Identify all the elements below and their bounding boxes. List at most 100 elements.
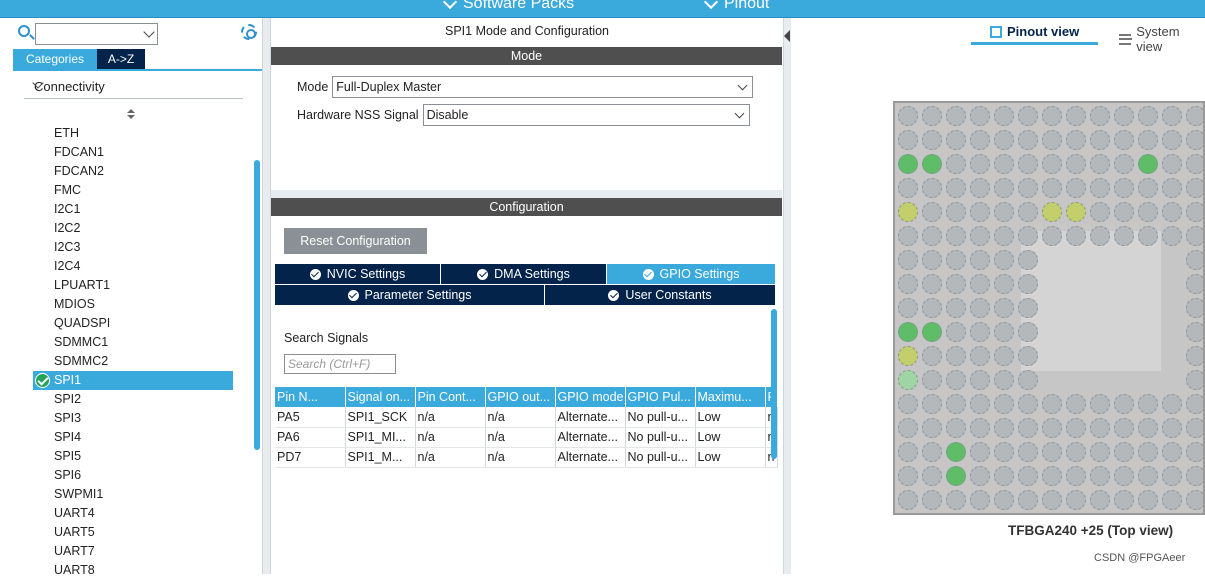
chip-pin[interactable] [994, 370, 1014, 390]
chip-pin[interactable] [970, 154, 990, 174]
chip-pin[interactable] [1042, 490, 1062, 510]
chip-pin[interactable] [1066, 202, 1086, 222]
chip-pin[interactable] [1138, 418, 1158, 438]
chip-pin[interactable] [1066, 130, 1086, 150]
peripheral-item[interactable]: SDMMC2 [33, 352, 233, 371]
left-splitter[interactable] [263, 18, 271, 574]
search-input[interactable] [35, 23, 158, 45]
peripheral-item[interactable]: SDMMC1 [33, 333, 233, 352]
chip-pin[interactable] [970, 106, 990, 126]
chip-pin[interactable] [898, 394, 918, 414]
software-packs-menu[interactable]: Software Packs [442, 0, 574, 13]
chip-pin[interactable] [898, 226, 918, 246]
pinout-view-tab[interactable]: Pinout view [990, 24, 1079, 39]
collapse-left-icon[interactable] [784, 30, 790, 42]
peripheral-item[interactable]: FDCAN2 [33, 162, 233, 181]
chip-pin[interactable] [946, 490, 966, 510]
peripheral-item[interactable]: SPI6 [33, 466, 233, 485]
chip-pin[interactable] [1114, 442, 1134, 462]
peripheral-item[interactable]: UART5 [33, 523, 233, 542]
chip-pin[interactable] [1138, 130, 1158, 150]
chip-pin[interactable] [1162, 490, 1182, 510]
chip-pin[interactable] [1090, 466, 1110, 486]
chip-pin[interactable] [1018, 226, 1038, 246]
chip-pin[interactable] [1114, 154, 1134, 174]
chip-pin[interactable] [922, 130, 942, 150]
chip-pin[interactable] [1186, 370, 1203, 390]
chip-pin[interactable] [1090, 178, 1110, 198]
chip-pin[interactable] [970, 442, 990, 462]
chip-pin[interactable] [922, 298, 942, 318]
chip-pin[interactable] [1066, 490, 1086, 510]
chip-pin[interactable] [946, 226, 966, 246]
chip-pin[interactable] [1114, 130, 1134, 150]
chip-pin[interactable] [922, 442, 942, 462]
peripheral-item[interactable]: LPUART1 [33, 276, 233, 295]
chip-pin[interactable] [898, 178, 918, 198]
chip-pin[interactable] [1162, 154, 1182, 174]
chip-pin[interactable] [1186, 106, 1203, 126]
chip-pin[interactable] [970, 226, 990, 246]
pinout-menu[interactable]: Pinout [703, 0, 769, 13]
chip-pin[interactable] [1114, 226, 1134, 246]
table-row[interactable]: PA6 SPI1_MI... n/a n/a Alternate... No pull-u… [275, 427, 778, 448]
chip-pin[interactable] [1042, 466, 1062, 486]
chip-pin[interactable] [898, 442, 918, 462]
chip-pin[interactable] [898, 298, 918, 318]
chip-pin[interactable] [1114, 202, 1134, 222]
chip-pin[interactable] [1186, 154, 1203, 174]
chip-pin[interactable] [1138, 466, 1158, 486]
chip-pin[interactable] [970, 394, 990, 414]
config-scrollbar[interactable] [771, 309, 777, 459]
chip-pin[interactable] [1066, 394, 1086, 414]
chip-pin[interactable] [1162, 106, 1182, 126]
chip-pin[interactable] [994, 466, 1014, 486]
tab-user-constants[interactable]: User Constants [545, 285, 776, 305]
chip-package[interactable] [893, 101, 1205, 515]
chip-pin[interactable] [994, 346, 1014, 366]
chip-pin[interactable] [946, 178, 966, 198]
chip-pin[interactable] [922, 202, 942, 222]
chip-pin[interactable] [970, 322, 990, 342]
peripheral-item[interactable]: I2C2 [33, 219, 233, 238]
table-row[interactable]: PD7 SPI1_M... n/a n/a Alternate... No pull-u.… [275, 447, 778, 468]
peripheral-item[interactable]: UART8 [33, 561, 233, 580]
chip-pin[interactable] [1042, 106, 1062, 126]
peripheral-item[interactable]: FMC [33, 181, 233, 200]
chip-pin[interactable] [994, 154, 1014, 174]
chip-pin[interactable] [1186, 178, 1203, 198]
chip-pin[interactable] [1042, 442, 1062, 462]
chip-pin[interactable] [1186, 490, 1203, 510]
chip-pin[interactable] [946, 322, 966, 342]
chip-pin[interactable] [970, 202, 990, 222]
chip-pin[interactable] [1162, 178, 1182, 198]
chip-pin[interactable] [1018, 346, 1038, 366]
chip-pin[interactable] [946, 466, 966, 486]
chip-pin[interactable] [994, 298, 1014, 318]
chip-pin[interactable] [1018, 202, 1038, 222]
chip-pin[interactable] [922, 418, 942, 438]
chip-pin[interactable] [898, 202, 918, 222]
chip-pin[interactable] [1138, 490, 1158, 510]
chip-pin[interactable] [898, 322, 918, 342]
peripheral-item[interactable]: I2C1 [33, 200, 233, 219]
chip-pin[interactable] [1090, 106, 1110, 126]
chip-pin[interactable] [946, 106, 966, 126]
chip-pin[interactable] [922, 274, 942, 294]
chip-pin[interactable] [1162, 466, 1182, 486]
chip-pin[interactable] [946, 298, 966, 318]
chip-pin[interactable] [994, 178, 1014, 198]
table-row[interactable]: PA5 SPI1_SCK n/a n/a Alternate... No pull-u..… [275, 407, 778, 428]
search-icon[interactable] [18, 25, 30, 37]
chip-pin[interactable] [1018, 442, 1038, 462]
chip-pin[interactable] [1042, 394, 1062, 414]
chip-pin[interactable] [1018, 106, 1038, 126]
chip-pin[interactable] [1186, 394, 1203, 414]
chip-pin[interactable] [970, 130, 990, 150]
chip-pin[interactable] [1138, 202, 1158, 222]
chip-pin[interactable] [1114, 490, 1134, 510]
chip-pin[interactable] [1138, 106, 1158, 126]
right-splitter[interactable] [783, 18, 791, 574]
chip-pin[interactable] [922, 466, 942, 486]
chip-pin[interactable] [1090, 490, 1110, 510]
